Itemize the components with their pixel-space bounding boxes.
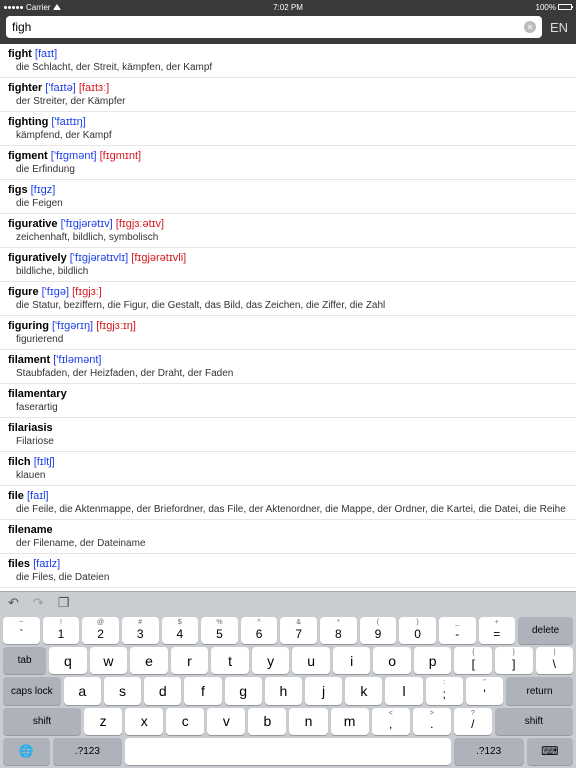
key-u[interactable]: u — [292, 647, 330, 674]
list-item[interactable]: figuring ['fɪgərɪŋ] [fɪgjɜːɪŋ]figurieren… — [0, 316, 576, 350]
key-p[interactable]: p — [414, 647, 452, 674]
key-b[interactable]: b — [248, 708, 286, 735]
key-k[interactable]: k — [345, 677, 382, 704]
key-0[interactable]: )0 — [399, 617, 436, 644]
key-q[interactable]: q — [49, 647, 87, 674]
capslock-key[interactable]: caps lock — [3, 677, 61, 704]
list-item[interactable]: fight [faɪt]die Schlacht, der Streit, kä… — [0, 44, 576, 78]
key-f[interactable]: f — [184, 677, 221, 704]
list-item[interactable]: filariasisFilariose — [0, 418, 576, 452]
key-d[interactable]: d — [144, 677, 181, 704]
key-s[interactable]: s — [104, 677, 141, 704]
search-box[interactable]: ✕ — [6, 16, 542, 38]
key-][interactable]: }] — [495, 647, 533, 674]
key-l[interactable]: l — [385, 677, 422, 704]
clock: 7:02 PM — [273, 3, 303, 12]
key-m[interactable]: m — [331, 708, 369, 735]
key-5[interactable]: %5 — [201, 617, 238, 644]
key-y[interactable]: y — [252, 647, 290, 674]
list-item[interactable]: figure ['fɪgə] [fɪgjɜː]die Statur, bezif… — [0, 282, 576, 316]
wifi-icon — [53, 4, 61, 10]
list-item[interactable]: figuratively ['fɪgjərətɪvlɪ] [fɪgjərətɪv… — [0, 248, 576, 282]
key-h[interactable]: h — [265, 677, 302, 704]
keyboard-toolbar: ↶ ↷ ❐ — [0, 592, 576, 614]
redo-icon[interactable]: ↷ — [33, 595, 44, 611]
key--[interactable]: _- — [439, 617, 476, 644]
dismiss-keyboard-key[interactable]: ⌨ — [527, 738, 574, 765]
key-1[interactable]: !1 — [43, 617, 80, 644]
key-e[interactable]: e — [130, 647, 168, 674]
key-j[interactable]: j — [305, 677, 342, 704]
list-item[interactable]: filament ['fɪləmənt]Staubfaden, der Heiz… — [0, 350, 576, 384]
key-,[interactable]: <, — [372, 708, 410, 735]
numkey-left[interactable]: .?123 — [53, 738, 123, 765]
list-item[interactable]: filch [fɪltʃ]klauen — [0, 452, 576, 486]
shift-key-left[interactable]: shift — [3, 708, 81, 735]
shift-key-right[interactable]: shift — [495, 708, 573, 735]
key-6[interactable]: ^6 — [241, 617, 278, 644]
key-3[interactable]: #3 — [122, 617, 159, 644]
space-key[interactable] — [125, 738, 451, 765]
status-bar: Carrier 7:02 PM 100% — [0, 0, 576, 14]
key-4[interactable]: $4 — [162, 617, 199, 644]
list-item[interactable]: filenameder Filename, der Dateiname — [0, 520, 576, 554]
key-7[interactable]: &7 — [280, 617, 317, 644]
key-x[interactable]: x — [125, 708, 163, 735]
list-item[interactable]: files [faɪlz]die Files, die Dateien — [0, 554, 576, 588]
return-key[interactable]: return — [506, 677, 573, 704]
search-input[interactable] — [12, 20, 524, 34]
tab-key[interactable]: tab — [3, 647, 46, 674]
list-item[interactable]: filamentaryfaserartig — [0, 384, 576, 418]
numkey-right[interactable]: .?123 — [454, 738, 524, 765]
list-item[interactable]: figment ['fɪgmənt] [fɪgmɪnt]die Erfindun… — [0, 146, 576, 180]
list-item[interactable]: figs [fɪgz]die Feigen — [0, 180, 576, 214]
key-[[interactable]: {[ — [454, 647, 492, 674]
globe-key[interactable]: 🌐 — [3, 738, 50, 765]
key-9[interactable]: (9 — [360, 617, 397, 644]
key-t[interactable]: t — [211, 647, 249, 674]
key-a[interactable]: a — [64, 677, 101, 704]
undo-icon[interactable]: ↶ — [8, 595, 19, 611]
keyboard: ↶ ↷ ❐ ~`!1@2#3$4%5^6&7*8(9)0_-+=deleteta… — [0, 591, 576, 768]
key-;[interactable]: :; — [426, 677, 463, 704]
key-i[interactable]: i — [333, 647, 371, 674]
key-=[interactable]: += — [479, 617, 516, 644]
list-item[interactable]: figurative ['fɪgjərətɪv] [fɪgjɜːətɪv]zei… — [0, 214, 576, 248]
clear-icon[interactable]: ✕ — [524, 21, 536, 33]
key-c[interactable]: c — [166, 708, 204, 735]
key-2[interactable]: @2 — [82, 617, 119, 644]
list-item[interactable]: file [faɪl]die Feile, die Aktenmappe, de… — [0, 486, 576, 520]
battery-icon — [558, 4, 572, 10]
key-z[interactable]: z — [84, 708, 122, 735]
battery-percent: 100% — [536, 3, 556, 12]
key-n[interactable]: n — [289, 708, 327, 735]
key-r[interactable]: r — [171, 647, 209, 674]
delete-key[interactable]: delete — [518, 617, 573, 644]
key-.[interactable]: >. — [413, 708, 451, 735]
key-8[interactable]: *8 — [320, 617, 357, 644]
key-w[interactable]: w — [90, 647, 128, 674]
paste-icon[interactable]: ❐ — [58, 595, 70, 611]
key-v[interactable]: v — [207, 708, 245, 735]
key-g[interactable]: g — [225, 677, 262, 704]
key-\[interactable]: |\ — [536, 647, 574, 674]
list-item[interactable]: fighting ['faɪtɪŋ]kämpfend, der Kampf — [0, 112, 576, 146]
carrier-label: Carrier — [26, 3, 50, 12]
search-bar: ✕ EN — [0, 14, 576, 44]
results-list[interactable]: fight [faɪt]die Schlacht, der Streit, kä… — [0, 44, 576, 591]
key-`[interactable]: ~` — [3, 617, 40, 644]
language-toggle[interactable]: EN — [548, 20, 570, 35]
key-/[interactable]: ?/ — [454, 708, 492, 735]
key-o[interactable]: o — [373, 647, 411, 674]
list-item[interactable]: fighter ['faɪtə] [faɪtɜː]der Streiter, d… — [0, 78, 576, 112]
key-'[interactable]: "' — [466, 677, 503, 704]
